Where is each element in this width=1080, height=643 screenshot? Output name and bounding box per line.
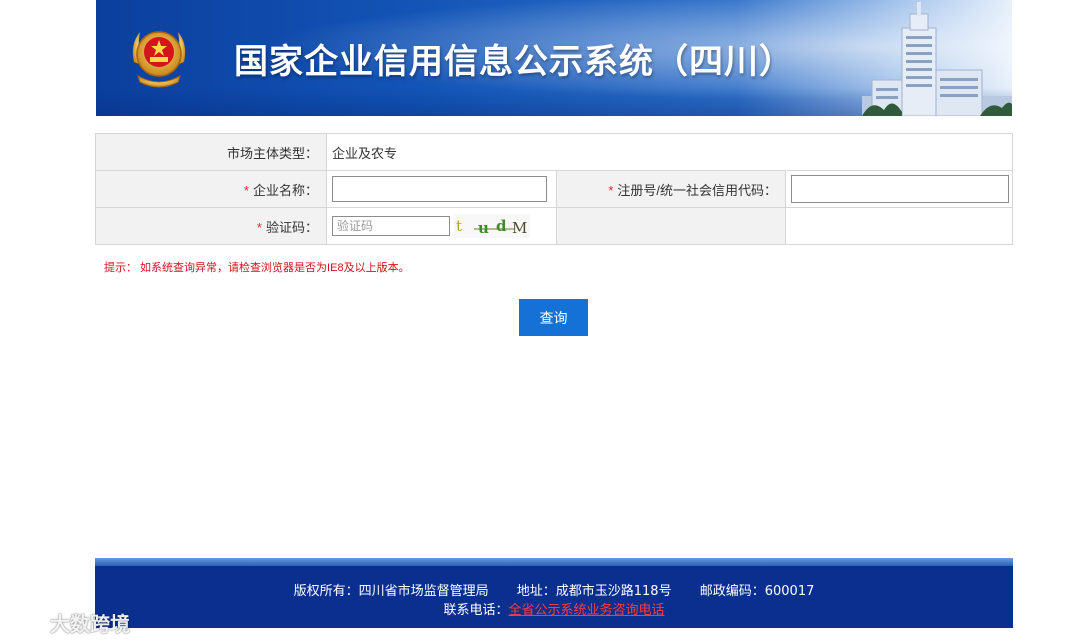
building-icon <box>862 2 1012 116</box>
market-type-value: 企业及农专 <box>326 133 1013 171</box>
required-mark: * <box>256 219 262 235</box>
site-title: 国家企业信用信息公示系统（四川） <box>234 42 794 82</box>
hotline-link[interactable]: 全省公示系统业务咨询电话 <box>509 603 665 618</box>
header-banner: 国家企业信用信息公示系统（四川） <box>96 0 1012 116</box>
reg-number-label: 注册号/统一社会信用代码： <box>617 182 777 198</box>
market-type-label: 市场主体类型： <box>95 133 327 171</box>
footer-postcode: 邮政编码：600017 <box>699 584 815 599</box>
search-form: 市场主体类型： 企业及农专 * 企业名称： * 注册号/统一社会信用代码： * 验证码… <box>95 133 1013 245</box>
captcha-input[interactable] <box>332 216 450 236</box>
required-mark: * <box>243 182 249 198</box>
svg-text:M: M <box>512 219 527 237</box>
footer-top-bar <box>95 558 1013 566</box>
footer-hotline-label: 联系电话： <box>443 603 509 618</box>
company-name-label: 企业名称： <box>252 182 318 198</box>
page: 国家企业信用信息公示系统（四川） 市场主体类型： 企业及农专 * 企业名称： *… <box>0 0 1080 643</box>
national-emblem-icon <box>132 31 186 88</box>
company-name-input[interactable] <box>332 176 547 202</box>
captcha-row: *验证码： t u d M <box>95 207 1013 245</box>
watermark-text: 大数跨境 <box>50 612 130 636</box>
footer: 版权所有：四川省市场监督管理局 地址：成都市玉沙路118号 邮政编码：60001… <box>95 566 1013 628</box>
captcha-image[interactable]: t u d M <box>454 214 530 238</box>
reg-number-input[interactable] <box>791 175 1009 203</box>
svg-text:u: u <box>478 219 489 237</box>
browser-tip: 提示： 如系统查询异常，请检查浏览器是否为IE8及以上版本。 <box>104 262 410 274</box>
footer-copyright: 版权所有：四川省市场监督管理局 <box>293 584 489 599</box>
svg-text:d: d <box>496 217 507 235</box>
watermark: 大数跨境 <box>8 608 130 637</box>
svg-text:t: t <box>456 217 462 235</box>
company-row: * 企业名称： * 注册号/统一社会信用代码： <box>95 170 1013 208</box>
watermark-logo-icon <box>8 613 49 630</box>
required-mark: * <box>608 182 614 198</box>
captcha-label: 验证码： <box>265 219 318 235</box>
footer-address: 地址：成都市玉沙路118号 <box>516 584 672 599</box>
query-button[interactable]: 查询 <box>519 299 588 336</box>
market-type-row: 市场主体类型： 企业及农专 <box>95 133 1013 171</box>
